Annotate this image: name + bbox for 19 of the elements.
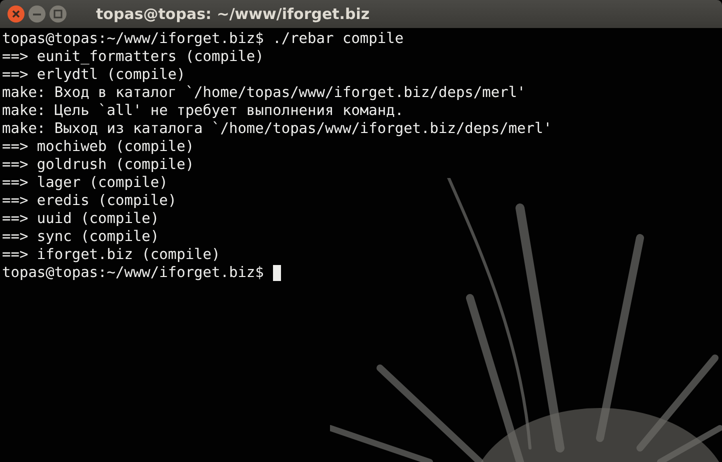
terminal-line: make: Вход в каталог `/home/topas/www/iforget.biz/deps/merl' (2, 84, 526, 102)
maximize-icon[interactable] (49, 5, 67, 23)
terminal-line: ==> mochiweb (compile) (2, 138, 194, 156)
terminal-line: ==> sync (compile) (2, 228, 160, 246)
shell-prompt: topas@topas:~/www/iforget.biz$ (2, 264, 264, 282)
terminal-line: ==> goldrush (compile) (2, 156, 194, 174)
terminal-line: ==> erlydtl (compile) (2, 66, 186, 84)
window-title: topas@topas: ~/www/iforget.biz (96, 5, 370, 23)
terminal-line: make: Цель `all' не требует выполнения команд. (2, 102, 404, 120)
terminal-line: ==> eunit_formatters (compile) (2, 48, 264, 66)
text-cursor (272, 265, 281, 281)
terminal-line: make: Выход из каталога `/home/topas/www/iforget.biz/deps/merl' (2, 120, 552, 138)
terminal-line: topas@topas:~/www/iforget.biz$ ./rebar compile (2, 30, 404, 48)
minimize-icon[interactable] (28, 5, 46, 23)
terminal-line: ==> eredis (compile) (2, 192, 177, 210)
terminal-line: ==> lager (compile) (2, 174, 168, 192)
terminal-line: ==> uuid (compile) (2, 210, 160, 228)
terminal-line: ==> iforget.biz (compile) (2, 246, 220, 264)
close-icon[interactable] (7, 5, 25, 23)
